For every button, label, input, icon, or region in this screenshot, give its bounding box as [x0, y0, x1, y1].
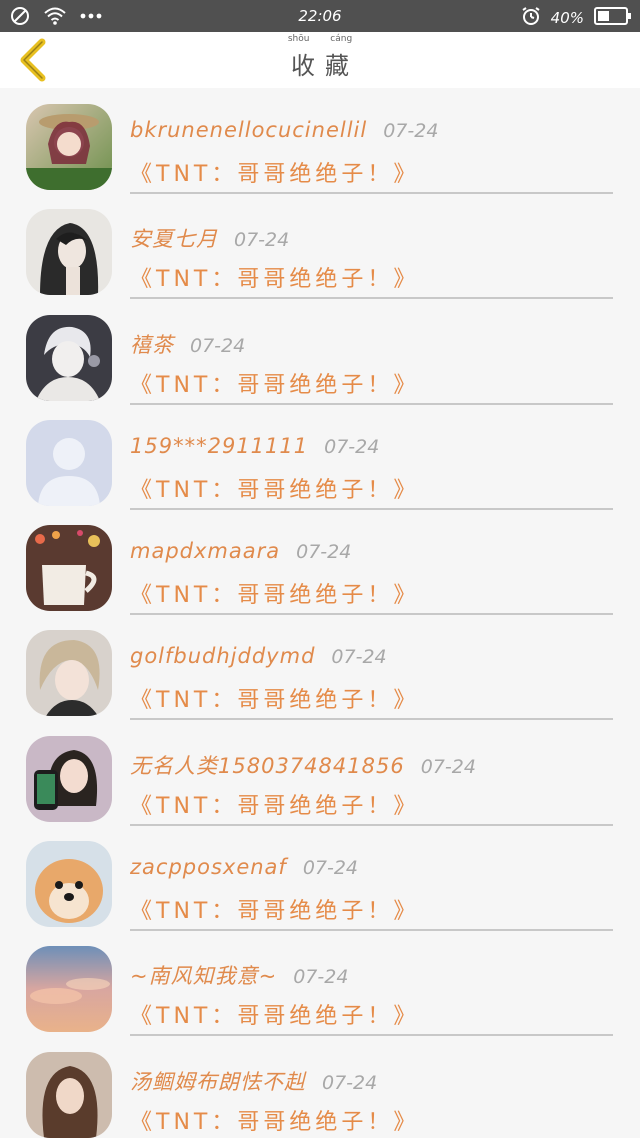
status-bar: 22:06 40% [0, 0, 640, 32]
date: 07-24 [324, 435, 380, 458]
username[interactable]: zacpposxenaf [130, 855, 287, 879]
date: 07-24 [302, 857, 359, 880]
list-item[interactable]: 汤鲴姆布朗怯不赳 07-24 《TNT：哥哥绝绝子！》 [0, 1036, 640, 1138]
list-item[interactable]: 安夏七月 07-24 《TNT：哥哥绝绝子！》 [0, 193, 640, 300]
username[interactable]: golfbudhjddymd [130, 644, 315, 668]
message: 《TNT：哥哥绝绝子！》 [130, 793, 420, 819]
message: 《TNT：哥哥绝绝子！》 [130, 477, 420, 503]
list-item[interactable]: ~南风知我意~ 07-24 《TNT：哥哥绝绝子！》 [0, 930, 640, 1037]
avatar[interactable] [26, 630, 112, 717]
list-item-info: 禧茶 07-24 《TNT：哥哥绝绝子！》 [130, 319, 613, 405]
message: 《TNT：哥哥绝绝子！》 [130, 1109, 420, 1135]
list-item-header: 无名人类15803748418​56 07-24 [130, 750, 476, 780]
list-item-header: 安夏七月 07-24 [130, 223, 289, 253]
list-item-info: mapdxmaara 07-24 《TNT：哥哥绝绝子！》 [130, 529, 613, 616]
username[interactable]: mapdxmaara [130, 539, 280, 563]
username[interactable]: 159***2911111 [130, 434, 308, 458]
date: 07-24 [322, 1071, 378, 1094]
list-item-header: 159***2911111 07-24 [130, 434, 379, 458]
date: 07-24 [383, 120, 439, 142]
favorites-list: bkrunenellocucinellil 07-24 《TNT：哥哥绝绝子！》 … [0, 88, 640, 1138]
username[interactable]: ~南风知我意~ [130, 964, 277, 988]
avatar[interactable] [26, 841, 112, 928]
list-item-info: zacpposxenaf 07-24 《TNT：哥哥绝绝子！》 [130, 845, 613, 932]
list-item[interactable]: golfbudhjddymd 07-24 《TNT：哥哥绝绝子！》 [0, 614, 640, 721]
username[interactable]: 无名人类15803748418​56 [130, 754, 405, 778]
avatar[interactable] [26, 525, 112, 612]
avatar[interactable] [26, 735, 112, 822]
date: 07-24 [331, 646, 387, 669]
list-item-header: mapdxmaara 07-24 [130, 539, 351, 563]
list-item-info: 159***2911111 07-24 《TNT：哥哥绝绝子！》 [130, 424, 613, 510]
list-item-info: golfbudhjddymd 07-24 《TNT：哥哥绝绝子！》 [130, 634, 613, 721]
list-item-header: ~南风知我意~ 07-24 [130, 960, 348, 990]
list-item-header: 汤鲴姆布朗怯不赳 07-24 [130, 1066, 377, 1096]
nav-bar: shōu cáng 收藏 [0, 32, 640, 88]
list-item-header: zacpposxenaf 07-24 [130, 855, 358, 879]
username[interactable]: 禧茶 [130, 333, 174, 357]
list-item-info: 汤鲴姆布朗怯不赳 07-24 《TNT：哥哥绝绝子！》 [130, 1056, 613, 1138]
page-title-pinyin: shōu cáng [287, 34, 353, 44]
date: 07-24 [296, 541, 352, 564]
page-title: 收藏 [291, 52, 359, 80]
message: 《TNT：哥哥绝绝子！》 [130, 899, 420, 925]
battery-level: 40% [550, 9, 584, 27]
list-item-header: golfbudhjddymd 07-24 [130, 644, 387, 668]
message: 《TNT：哥哥绝绝子！》 [130, 583, 420, 609]
date: 07-24 [293, 966, 349, 989]
date: 07-24 [234, 229, 290, 252]
list-item-header: 禧茶 07-24 [130, 329, 245, 359]
message: 《TNT：哥哥绝绝子！》 [130, 372, 420, 398]
avatar[interactable] [26, 104, 112, 190]
list-item[interactable]: zacpposxenaf 07-24 《TNT：哥哥绝绝子！》 [0, 825, 640, 932]
list-item-info: 无名人类15803748418​56 07-24 《TNT：哥哥绝绝子！》 [130, 740, 613, 826]
username[interactable]: 汤鲴姆布朗怯不赳 [130, 1070, 306, 1094]
status-bar-right: 40% [521, 6, 632, 30]
list-item-info: 安夏七月 07-24 《TNT：哥哥绝绝子！》 [130, 213, 613, 300]
username[interactable]: 安夏七月 [130, 227, 218, 251]
list-item-info: ~南风知我意~ 07-24 《TNT：哥哥绝绝子！》 [130, 950, 613, 1037]
date: 07-24 [420, 755, 476, 778]
list-item[interactable]: mapdxmaara 07-24 《TNT：哥哥绝绝子！》 [0, 509, 640, 616]
avatar[interactable] [26, 314, 112, 401]
list-item[interactable]: 159***2911111 07-24 《TNT：哥哥绝绝子！》 [0, 404, 640, 510]
list-item[interactable]: 禧茶 07-24 《TNT：哥哥绝绝子！》 [0, 299, 640, 405]
list-item-info: bkrunenellocucinellil 07-24 《TNT：哥哥绝绝子！》 [130, 108, 613, 194]
list-item[interactable]: bkrunenellocucinellil 07-24 《TNT：哥哥绝绝子！》 [0, 88, 640, 194]
avatar[interactable] [26, 209, 112, 296]
username[interactable]: bkrunenellocucinellil [130, 118, 367, 142]
message: 《TNT：哥哥绝绝子！》 [130, 162, 420, 187]
message: 《TNT：哥哥绝绝子！》 [130, 688, 420, 714]
list-item[interactable]: 无名人类15803748418​56 07-24 《TNT：哥哥绝绝子！》 [0, 720, 640, 826]
message: 《TNT：哥哥绝绝子！》 [130, 267, 420, 293]
battery-icon [594, 6, 632, 30]
alarm-icon [521, 6, 541, 30]
list-item-header: bkrunenellocucinellil 07-24 [130, 118, 438, 142]
avatar[interactable] [26, 419, 112, 506]
avatar[interactable] [26, 1051, 112, 1138]
avatar[interactable] [26, 946, 112, 1033]
date: 07-24 [190, 334, 246, 357]
message: 《TNT：哥哥绝绝子！》 [130, 1004, 420, 1030]
